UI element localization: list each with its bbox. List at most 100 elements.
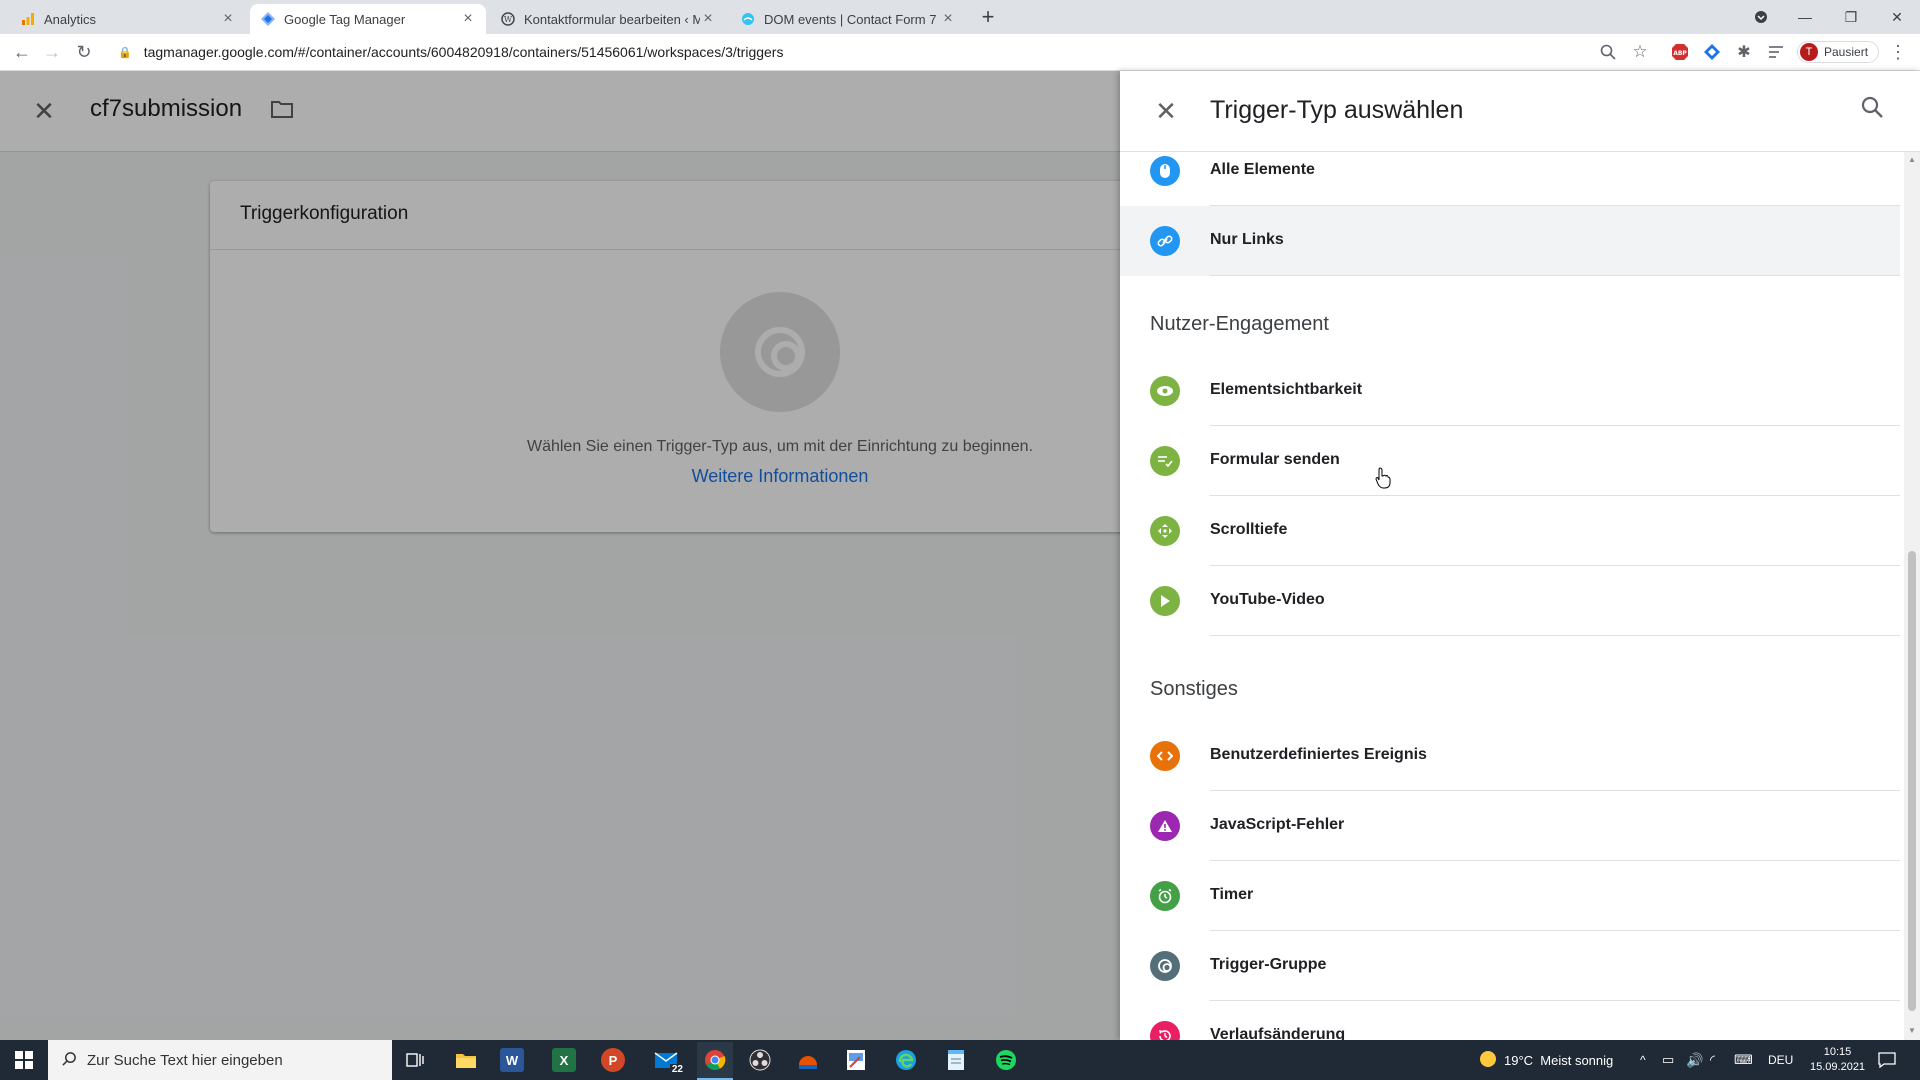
- notepad-icon[interactable]: [941, 1045, 971, 1075]
- language-indicator[interactable]: DEU: [1768, 1040, 1793, 1080]
- edge-icon[interactable]: [891, 1045, 921, 1075]
- file-explorer-icon[interactable]: [451, 1045, 481, 1075]
- list-item-elementsichtbarkeit[interactable]: Elementsichtbarkeit: [1120, 356, 1900, 426]
- divider: [1210, 275, 1900, 276]
- bookmark-star-icon[interactable]: ☆: [1630, 42, 1650, 62]
- panel-header: ✕ Trigger-Typ auswählen: [1120, 71, 1920, 152]
- reading-list-icon[interactable]: [1766, 42, 1786, 62]
- play-icon: [1150, 586, 1180, 616]
- taskbar-search-input[interactable]: Zur Suche Text hier eingeben: [48, 1040, 392, 1080]
- history-icon: [1150, 1021, 1180, 1040]
- adblock-icon[interactable]: ABP: [1670, 42, 1690, 62]
- list-item-formular-senden[interactable]: Formular senden: [1120, 426, 1900, 496]
- obs-icon[interactable]: [745, 1045, 775, 1075]
- word-icon[interactable]: W: [500, 1048, 524, 1072]
- tab-kontaktformular[interactable]: W Kontaktformular bearbeiten ‹ Me ×: [490, 4, 726, 34]
- windows-taskbar: Zur Suche Text hier eingeben W X P 22 19…: [0, 1040, 1920, 1080]
- volume-icon[interactable]: 🔊: [1686, 1040, 1703, 1080]
- list-item-trigger-group[interactable]: Trigger-Gruppe: [1120, 931, 1900, 1001]
- close-tab-icon[interactable]: ×: [700, 11, 716, 27]
- minimize-button[interactable]: —: [1782, 0, 1828, 34]
- scroll-icon: [1150, 516, 1180, 546]
- timer-icon: [1150, 881, 1180, 911]
- profile-button[interactable]: T Pausiert: [1797, 41, 1879, 63]
- tab-search-icon[interactable]: [1738, 0, 1784, 34]
- list-item-scrolltiefe[interactable]: Scrolltiefe: [1120, 496, 1900, 566]
- list-item-custom-event[interactable]: Benutzerdefiniertes Ereignis: [1120, 721, 1900, 791]
- tab-label: Analytics: [44, 11, 97, 27]
- back-icon[interactable]: ←: [10, 40, 34, 64]
- zoom-icon[interactable]: [1598, 42, 1618, 62]
- tab-label: DOM events | Contact Form 7: [764, 11, 937, 27]
- profile-status: Pausiert: [1824, 45, 1869, 59]
- address-bar[interactable]: 🔒 tagmanager.google.com/#/container/acco…: [118, 39, 783, 65]
- close-tab-icon[interactable]: ×: [220, 11, 236, 27]
- list-item-youtube-video[interactable]: YouTube-Video: [1120, 566, 1900, 636]
- scroll-down-icon[interactable]: ▼: [1907, 1026, 1917, 1036]
- keyboard-icon[interactable]: ⌨: [1734, 1040, 1753, 1080]
- search-icon[interactable]: [1860, 95, 1888, 123]
- list-item-label: Elementsichtbarkeit: [1210, 381, 1363, 398]
- cf7-icon: [740, 11, 756, 27]
- mail-icon[interactable]: 22: [651, 1045, 685, 1075]
- window-close-button[interactable]: ✕: [1874, 0, 1920, 34]
- list-item-timer[interactable]: Timer: [1120, 861, 1900, 931]
- wifi-icon[interactable]: ◜: [1710, 1040, 1715, 1080]
- powerpoint-icon[interactable]: P: [601, 1048, 625, 1072]
- panel-scrollbar[interactable]: ▲ ▼: [1904, 151, 1920, 1040]
- clock[interactable]: 10:15 15.09.2021: [1810, 1040, 1865, 1080]
- list-item-javascript-error[interactable]: JavaScript-Fehler: [1120, 791, 1900, 861]
- weather-widget[interactable]: 19°C Meist sonnig: [1478, 1040, 1613, 1080]
- list-item-label: Timer: [1210, 886, 1254, 903]
- reload-icon[interactable]: ↻: [72, 40, 96, 64]
- search-icon: [62, 1051, 77, 1070]
- trigger-type-panel: ✕ Trigger-Typ auswählen Alle Elemente Nu…: [1120, 71, 1920, 1040]
- browser-toolbar: ← → ↻ 🔒 tagmanager.google.com/#/containe…: [0, 34, 1920, 71]
- avatar: T: [1800, 43, 1818, 61]
- scroll-up-icon[interactable]: ▲: [1907, 155, 1917, 165]
- clock-time: 10:15: [1823, 1046, 1852, 1058]
- excel-icon[interactable]: X: [552, 1048, 576, 1072]
- chrome-icon[interactable]: [697, 1042, 733, 1080]
- section-heading-other: Sonstiges: [1150, 678, 1238, 700]
- list-item-history-change[interactable]: Verlaufsänderung: [1120, 1001, 1900, 1040]
- eye-icon: [1150, 376, 1180, 406]
- extensions-icon[interactable]: ✱: [1734, 42, 1754, 62]
- tab-analytics[interactable]: Analytics ×: [10, 4, 246, 34]
- analytics-icon: [20, 11, 36, 27]
- warning-icon: [1150, 811, 1180, 841]
- weather-text: 19°C Meist sonnig: [1504, 1052, 1614, 1068]
- new-tab-button[interactable]: +: [976, 6, 1000, 30]
- tab-google-tag-manager[interactable]: Google Tag Manager ×: [250, 4, 486, 34]
- divider: [1210, 635, 1900, 636]
- menu-kebab-icon[interactable]: ⋮: [1888, 42, 1908, 62]
- notification-icon[interactable]: [1878, 1040, 1896, 1080]
- task-view-icon[interactable]: [400, 1045, 430, 1075]
- svg-text:W: W: [504, 15, 513, 24]
- tab-dom-events[interactable]: DOM events | Contact Form 7 ×: [730, 4, 966, 34]
- close-tab-icon[interactable]: ×: [460, 11, 476, 27]
- list-item-label: Formular senden: [1210, 451, 1340, 468]
- list-item-label: Scrolltiefe: [1210, 521, 1288, 538]
- form-icon: [1150, 446, 1180, 476]
- windows-start-button[interactable]: [0, 1040, 48, 1080]
- search-placeholder: Zur Suche Text hier eingeben: [87, 1051, 283, 1069]
- app-icon[interactable]: [793, 1045, 823, 1075]
- wordpress-icon: W: [500, 11, 516, 27]
- paint-icon[interactable]: [841, 1045, 871, 1075]
- tag-assistant-icon[interactable]: [1702, 42, 1722, 62]
- scrollbar-thumb[interactable]: [1908, 551, 1916, 1011]
- tray-chevron-icon[interactable]: ^: [1640, 1040, 1646, 1080]
- list-item-label: Trigger-Gruppe: [1210, 956, 1327, 973]
- modal-scrim[interactable]: [0, 71, 1120, 1040]
- restore-button[interactable]: ❐: [1828, 0, 1874, 34]
- network-icon[interactable]: ▭: [1662, 1040, 1674, 1080]
- link-icon: [1150, 226, 1180, 256]
- list-item-label: Alle Elemente: [1210, 161, 1315, 178]
- spotify-icon[interactable]: [991, 1045, 1021, 1075]
- list-item-nur-links[interactable]: Nur Links: [1120, 206, 1900, 276]
- close-tab-icon[interactable]: ×: [940, 11, 956, 27]
- mouse-icon: [1150, 156, 1180, 186]
- close-icon[interactable]: ✕: [1152, 97, 1180, 125]
- forward-icon[interactable]: →: [40, 40, 64, 64]
